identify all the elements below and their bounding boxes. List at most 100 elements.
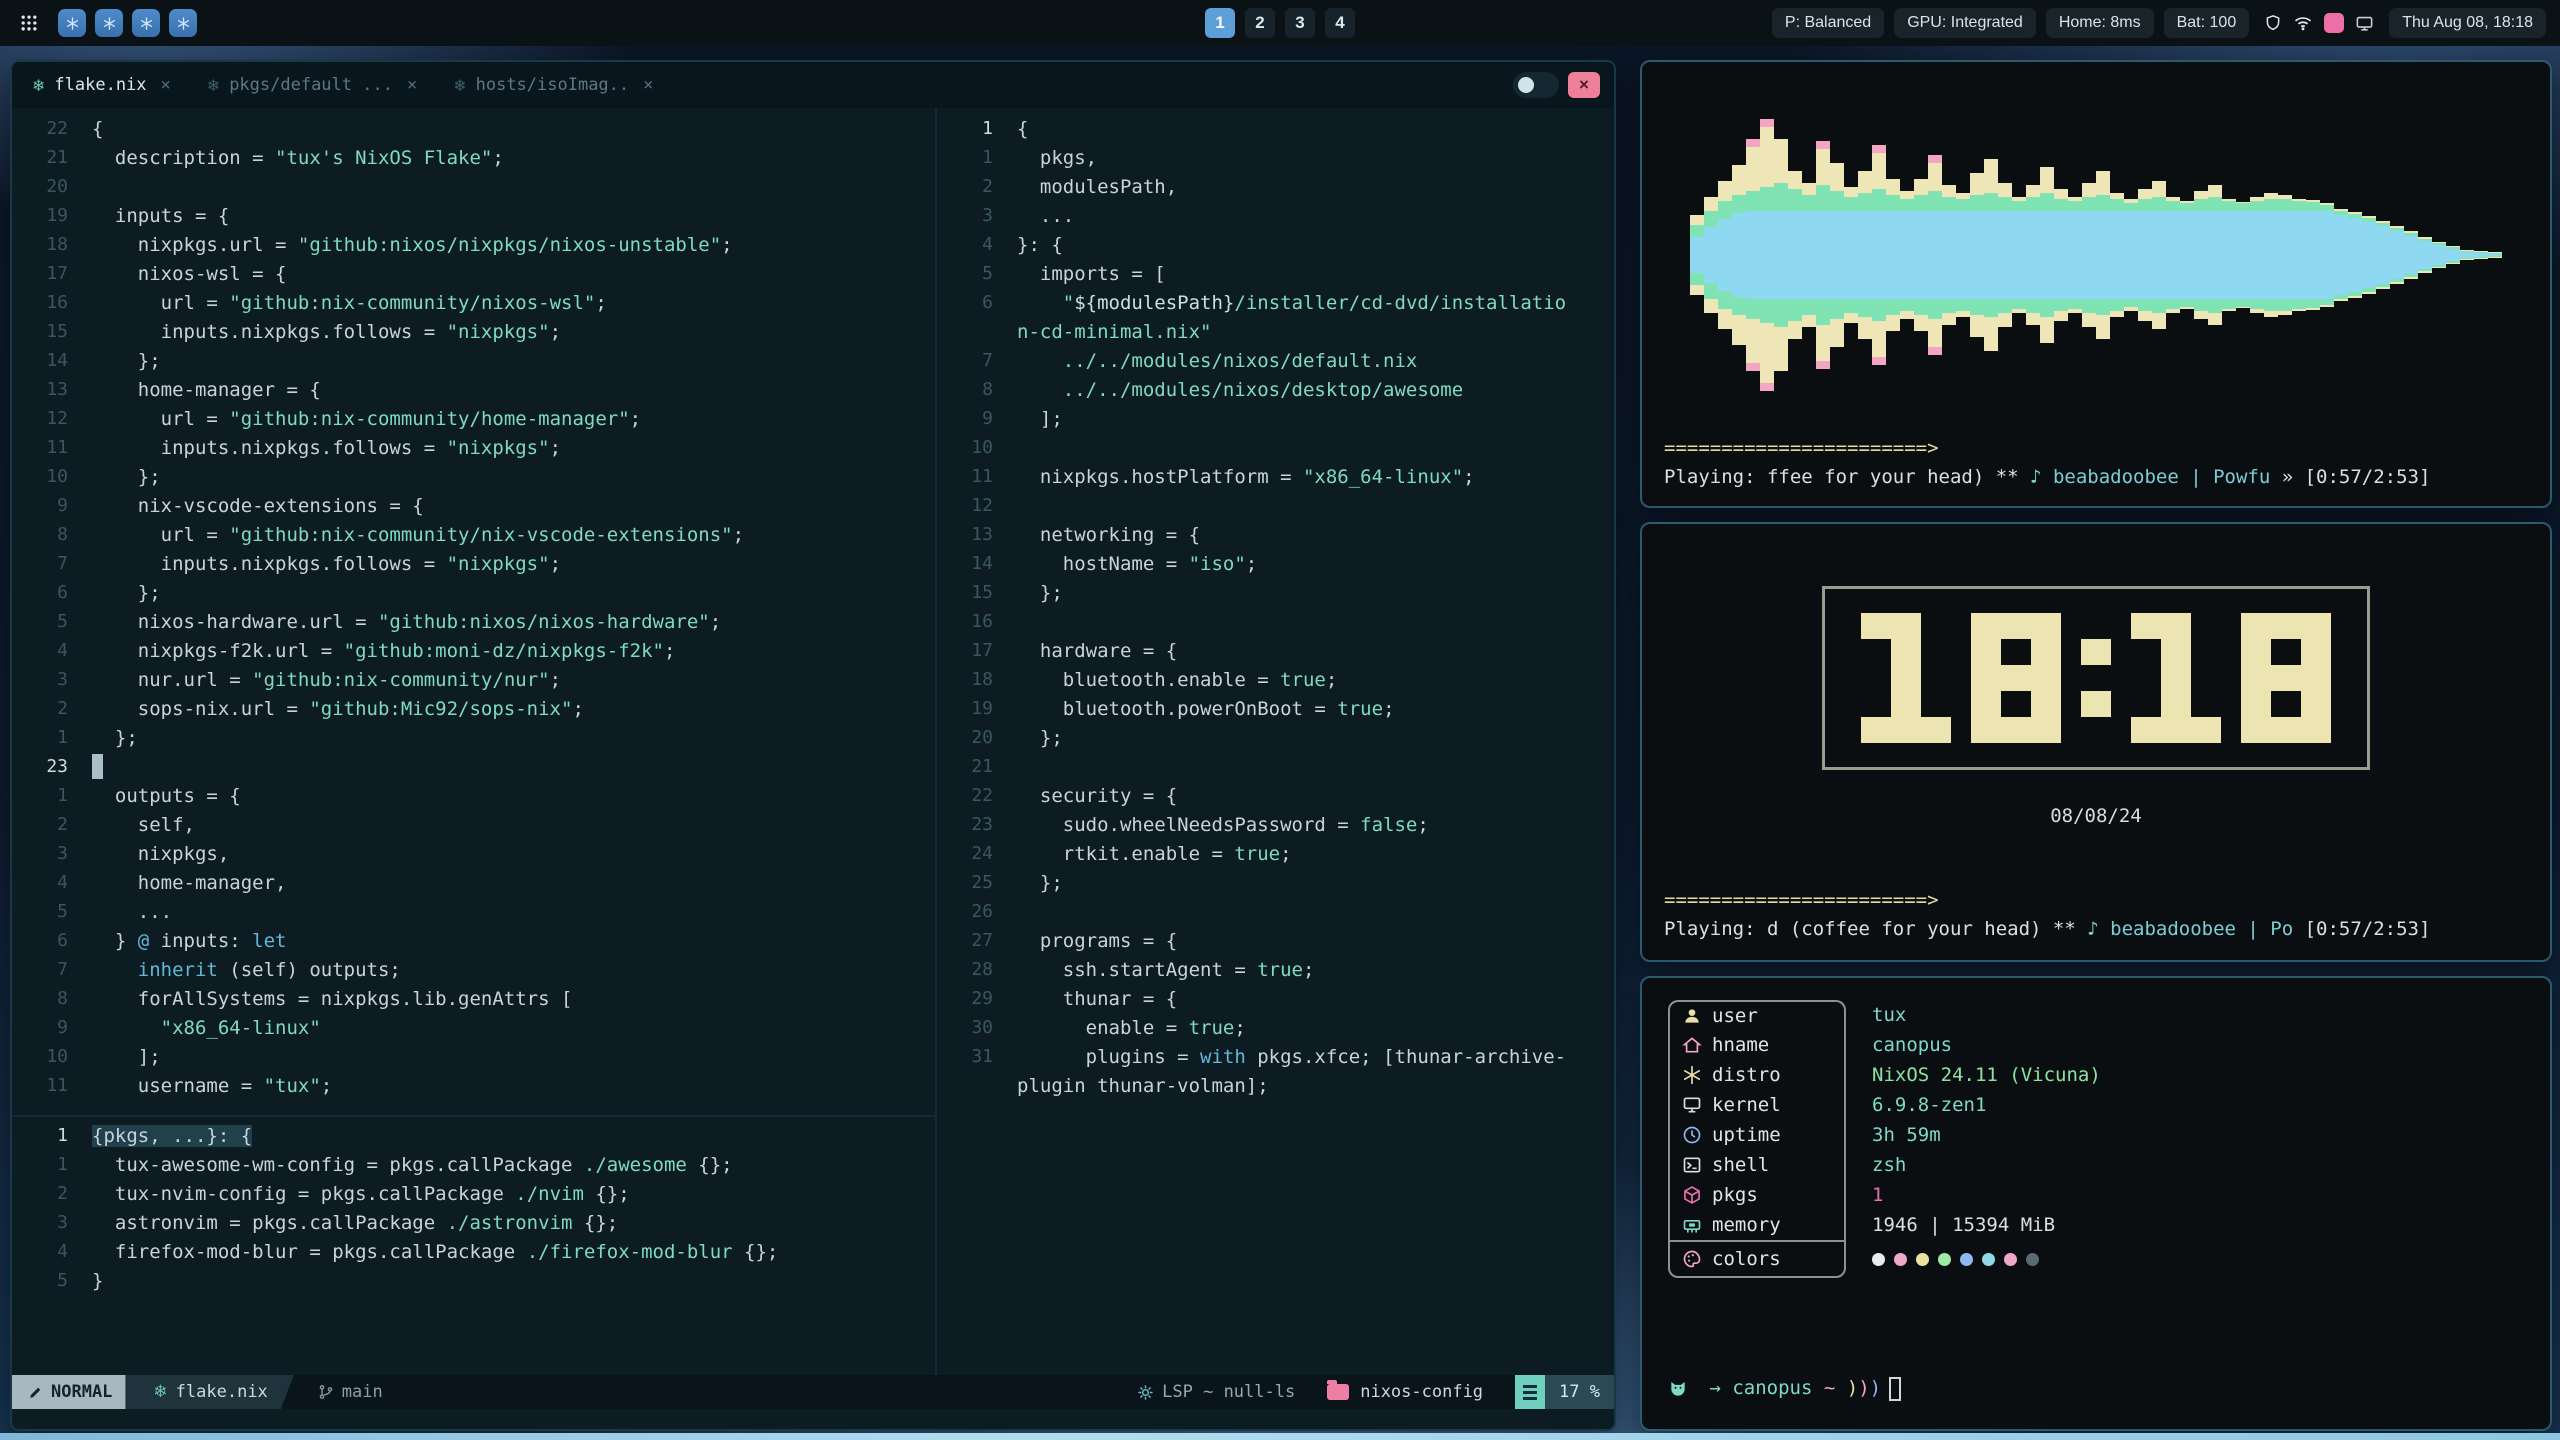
line-number: 4 [937, 234, 993, 255]
visualizer-column [2222, 199, 2236, 311]
distro-icon [1682, 1065, 1702, 1085]
editor-tab[interactable]: ❄pkgs/default ...× [207, 75, 417, 95]
clock-display [1822, 586, 2370, 770]
line-number: 6 [12, 582, 68, 603]
code-line: 13 home-manager = { [12, 375, 935, 404]
shield-icon[interactable] [2264, 14, 2282, 32]
fetch-value: tux [1872, 1001, 1906, 1030]
code-line: 26 [937, 897, 1614, 926]
color-dot [1938, 1253, 1951, 1266]
code-line: 3 nixpkgs, [12, 839, 935, 868]
tab-close-icon[interactable]: × [407, 75, 417, 95]
visualizer-column [2096, 171, 2110, 339]
wifi-icon[interactable] [2293, 13, 2313, 33]
file-label: flake.nix [176, 1382, 268, 1402]
prompt-text: ~ [1812, 1374, 1846, 1403]
prompt-text: canopus [1732, 1374, 1812, 1403]
line-number: 29 [937, 988, 993, 1009]
fetch-label: pkgs [1712, 1181, 1758, 1210]
line-number: 24 [937, 843, 993, 864]
prompt-line[interactable]: → canopus ~ ))) [1668, 1374, 2524, 1403]
code-line: 2 sops-nix.url = "github:Mic92/sops-nix"… [12, 694, 935, 723]
fetch-terminal-window[interactable]: usertuxhnamecanopusdistroNixOS 24.11 (Vi… [1640, 976, 2552, 1431]
line-number: 16 [937, 611, 993, 632]
fetch-value: zsh [1872, 1151, 1906, 1180]
tab-close-icon[interactable]: × [161, 75, 171, 95]
code-line: 15 }; [937, 578, 1614, 607]
code-line: 1 pkgs, [937, 143, 1614, 172]
clock-terminal-window[interactable]: 08/08/24 =======================> Playin… [1640, 522, 2552, 962]
status-pill: P: Balanced [1772, 8, 1884, 38]
window-button-2[interactable]: 2 [1245, 8, 1275, 38]
visualizer-column [2236, 202, 2250, 308]
visualizer-column [1774, 139, 1788, 371]
window-close-button[interactable]: × [1568, 72, 1600, 98]
clock-pill[interactable]: Thu Aug 08, 18:18 [2389, 8, 2546, 38]
clock-digit [2131, 613, 2221, 743]
gear-icon [1137, 1384, 1154, 1401]
code-line: 8 url = "github:nix-community/nix-vscode… [12, 520, 935, 549]
display-icon[interactable] [2355, 14, 2374, 33]
line-number: 14 [937, 553, 993, 574]
visualizer-column [1942, 185, 1956, 325]
fetch-row: memory 1946 | 15394 MiB [1668, 1210, 2101, 1240]
line-number: 15 [937, 582, 993, 603]
app-launcher-icon[interactable] [14, 8, 44, 38]
editor-window[interactable]: ❄flake.nix× ❄pkgs/default ...× ❄hosts/isoI… [10, 60, 1616, 1431]
visualizer-column [2334, 209, 2348, 301]
workspace-button-1[interactable] [58, 9, 86, 37]
line-number: 12 [12, 408, 68, 429]
code-line: 14 }; [12, 346, 935, 375]
code-line: 9 ]; [937, 404, 1614, 433]
line-number: 13 [937, 524, 993, 545]
mode-label: NORMAL [51, 1382, 112, 1402]
tray-badge-icon[interactable] [2324, 13, 2344, 33]
toggle-icon[interactable] [1513, 72, 1559, 98]
code-line: 10 }; [12, 462, 935, 491]
workspace-button-3[interactable] [132, 9, 160, 37]
workspace-button-2[interactable] [95, 9, 123, 37]
line-number: 3 [12, 1212, 68, 1233]
line-number: 23 [937, 814, 993, 835]
editor-pane-pkgs-default[interactable]: 1{pkgs, ...}: {1 tux-awesome-wm-config =… [12, 1117, 935, 1375]
fetch-label: memory [1712, 1211, 1781, 1240]
line-number: 17 [937, 640, 993, 661]
code-line: 25 }; [937, 868, 1614, 897]
code-line: 12 [937, 491, 1614, 520]
window-button-1[interactable]: 1 [1205, 8, 1235, 38]
clock-date: 08/08/24 [1664, 802, 2528, 831]
visualizer-column [2068, 197, 2082, 313]
line-number: 5 [12, 1270, 68, 1291]
window-button-4[interactable]: 4 [1325, 8, 1355, 38]
color-dot [1894, 1253, 1907, 1266]
workspace-button-4[interactable] [169, 9, 197, 37]
lsp-label: LSP ~ null-ls [1162, 1382, 1295, 1402]
code-line: 13 networking = { [937, 520, 1614, 549]
editor-tab[interactable]: ❄flake.nix× [32, 75, 171, 95]
line-number: 1 [12, 785, 68, 806]
code-line: 19 bluetooth.powerOnBoot = true; [937, 694, 1614, 723]
fetch-value: 1946 | 15394 MiB [1872, 1211, 2055, 1240]
command-line[interactable] [12, 1409, 1614, 1429]
line-number: 12 [937, 495, 993, 516]
editor-pane-flake[interactable]: 22{21 description = "tux's NixOS Flake";… [12, 108, 935, 1115]
editor-pane-iso-image[interactable]: 1{1 pkgs,2 modulesPath,3 ...4}: {5 impor… [937, 108, 1614, 1375]
window-button-3[interactable]: 3 [1285, 8, 1315, 38]
code-line: 8 ../../modules/nixos/desktop/awesome [937, 375, 1614, 404]
code-line: 19 inputs = { [12, 201, 935, 230]
line-number: 20 [12, 176, 68, 197]
code-line: 2 self, [12, 810, 935, 839]
tab-close-icon[interactable]: × [643, 75, 653, 95]
code-line: 1{pkgs, ...}: { [12, 1121, 935, 1150]
line-number: 22 [12, 118, 68, 139]
line-number: 10 [12, 466, 68, 487]
code-line: 9 "x86_64-linux" [12, 1013, 935, 1042]
line-number: 19 [12, 205, 68, 226]
editor-tab[interactable]: ❄hosts/isoImag..× [453, 75, 653, 95]
visualizer-column [2194, 191, 2208, 319]
visualizer-column [1690, 215, 1704, 295]
visualizer-terminal-window[interactable]: =======================> Playing: ffee f… [1640, 60, 2552, 508]
fetch-label: colors [1712, 1245, 1781, 1274]
line-number: 8 [12, 988, 68, 1009]
code-line: 11 inputs.nixpkgs.follows = "nixpkgs"; [12, 433, 935, 462]
